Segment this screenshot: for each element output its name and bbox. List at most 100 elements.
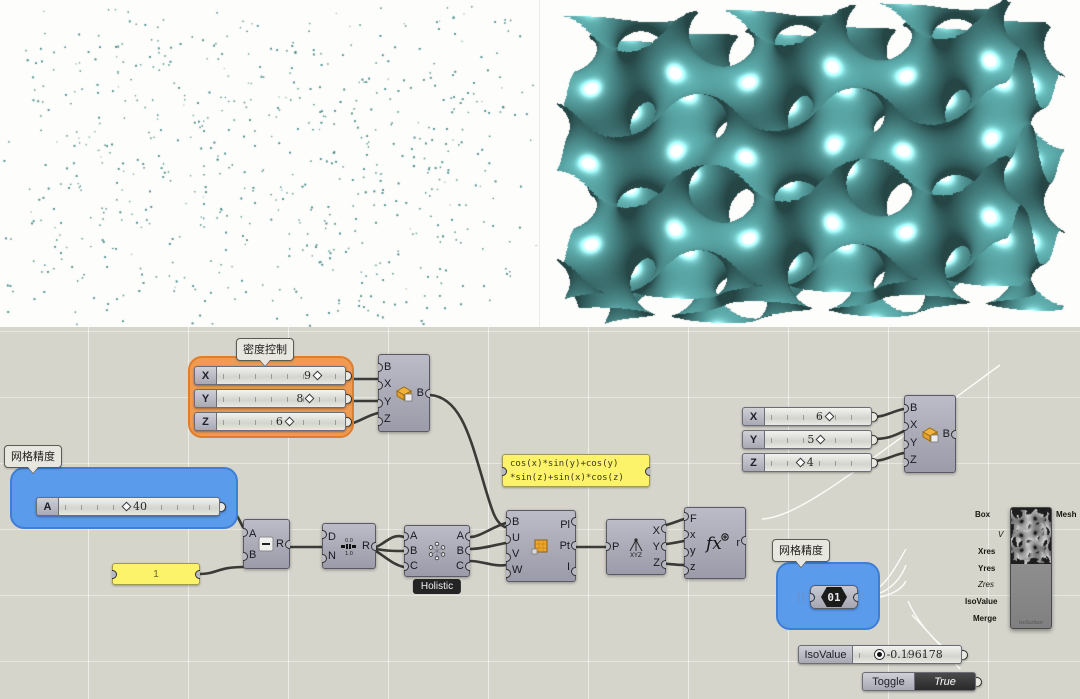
- input-port-c[interactable]: [404, 562, 409, 571]
- input-port-u[interactable]: [506, 535, 511, 544]
- svg-text:0.0: 0.0: [345, 538, 353, 544]
- port-label-y: Y: [910, 436, 918, 449]
- slider-density-y-track[interactable]: 8: [216, 389, 346, 408]
- port-label-out-pl: Pl: [560, 518, 570, 531]
- input-port-b[interactable]: [243, 552, 248, 561]
- point-cloud-viewport[interactable]: [0, 0, 540, 327]
- input-port-a[interactable]: [243, 528, 248, 537]
- node-box-domain[interactable]: B X Y Z B: [904, 395, 956, 473]
- slider-domain-y-track[interactable]: 5: [764, 430, 872, 449]
- input-port-a[interactable]: [404, 532, 409, 541]
- input-port-y[interactable]: [684, 548, 689, 557]
- node-precision-capsule[interactable]: (( 01: [797, 585, 858, 609]
- cross-reference-icon: [428, 541, 446, 561]
- slider-handle-icon[interactable]: [815, 434, 826, 445]
- input-port-b[interactable]: [904, 404, 909, 413]
- output-port-c[interactable]: [465, 562, 470, 571]
- input-port-z[interactable]: [378, 417, 383, 426]
- input-port-w[interactable]: [506, 569, 511, 578]
- slider-domain-z[interactable]: Z 4: [742, 453, 878, 472]
- slider-density-y[interactable]: Y 8: [194, 389, 352, 408]
- input-port-z[interactable]: [684, 566, 689, 575]
- slider-handle-icon[interactable]: [304, 393, 315, 404]
- slider-domain-y[interactable]: Y 5: [742, 430, 878, 449]
- output-port[interactable]: [195, 570, 200, 579]
- node-subtract[interactable]: A B R: [243, 519, 290, 569]
- port-label-b: B: [910, 401, 918, 414]
- input-port[interactable]: [502, 467, 507, 476]
- node-evaluate[interactable]: F x y z fx r: [684, 507, 746, 579]
- input-port-y[interactable]: [904, 440, 909, 449]
- output-port-b[interactable]: [465, 546, 470, 555]
- input-port-p[interactable]: [606, 542, 611, 551]
- node-range[interactable]: D N 0.0 1.0 R: [322, 523, 376, 569]
- output-port-y[interactable]: [661, 542, 666, 551]
- port-label-b: B: [384, 360, 392, 373]
- slider-density-z[interactable]: Z 6: [194, 412, 352, 431]
- node-holistic[interactable]: A B C A B C Holistic: [404, 525, 470, 594]
- slider-density-x-track[interactable]: 9: [216, 366, 346, 385]
- slider-density-x[interactable]: X 9: [194, 366, 352, 385]
- slider-density-z-label: Z: [194, 412, 216, 431]
- input-port-f[interactable]: [684, 512, 689, 521]
- slider-domain-z-track[interactable]: 4: [764, 453, 872, 472]
- gyroid-mesh-viewport[interactable]: [540, 0, 1080, 327]
- input-port-x[interactable]: [684, 530, 689, 539]
- output-port-r[interactable]: [285, 540, 290, 549]
- input-port-x[interactable]: [904, 422, 909, 431]
- slider-domain-z-label: Z: [742, 453, 764, 472]
- slider-handle-icon[interactable]: [795, 457, 806, 468]
- output-port-z[interactable]: [661, 560, 666, 569]
- output-port[interactable]: [645, 467, 650, 476]
- input-port-z[interactable]: [904, 458, 909, 467]
- toggle-value: True: [914, 672, 976, 691]
- node-isosurface[interactable]: IsoSurface: [1010, 507, 1052, 629]
- slider-mesh-precision[interactable]: A 40: [36, 497, 226, 516]
- output-port-r[interactable]: [741, 536, 746, 545]
- output-port-pt[interactable]: [571, 541, 576, 550]
- input-port-v[interactable]: [506, 553, 511, 562]
- slider-mesh-precision-track[interactable]: 40: [58, 497, 220, 516]
- slider-handle-icon[interactable]: [284, 416, 295, 427]
- input-port-b[interactable]: [506, 517, 511, 526]
- input-port-b[interactable]: [378, 363, 383, 372]
- slider-mesh-precision-label: A: [36, 497, 58, 516]
- input-port[interactable]: [112, 570, 117, 579]
- toggle-merge[interactable]: Toggle True: [862, 672, 982, 691]
- slider-handle-icon[interactable]: [874, 650, 884, 659]
- port-label-f: F: [690, 513, 697, 525]
- output-port-b[interactable]: [425, 389, 430, 398]
- node-populate-box[interactable]: B U V W Pl Pt I: [506, 510, 576, 582]
- port-label-out-c: C: [456, 559, 464, 572]
- port-label-y: Y: [384, 395, 392, 408]
- slider-isovalue-track[interactable]: -0.196178: [852, 645, 962, 664]
- output-port-x[interactable]: [661, 524, 666, 533]
- panel-expression[interactable]: cos(x)*sin(y)+cos(y) *sin(z)+sin(x)*cos(…: [502, 454, 650, 487]
- input-port-x[interactable]: [378, 381, 383, 390]
- slider-domain-x[interactable]: X 6: [742, 407, 878, 426]
- port-label-x: X: [384, 378, 392, 391]
- output-port-pl[interactable]: [571, 517, 576, 526]
- node-box-density[interactable]: B X Y Z B: [378, 354, 430, 432]
- slider-domain-x-track[interactable]: 6: [764, 407, 872, 426]
- node-deconstruct-point[interactable]: P XYZ X Y Z: [606, 519, 666, 575]
- svg-text:1.0: 1.0: [345, 551, 353, 557]
- slider-isovalue[interactable]: IsoValue -0.196178: [798, 645, 968, 664]
- node-canvas[interactable]: 密度控制 X 9 Y 8 Z 6 B X Y Z B 网格精度 A 40 1 A…: [0, 327, 1080, 699]
- output-port-r[interactable]: [371, 542, 376, 551]
- slider-density-z-track[interactable]: 6: [216, 412, 346, 431]
- input-port-d[interactable]: [322, 530, 327, 539]
- slider-density-y-value: 8: [296, 392, 304, 405]
- input-port-b[interactable]: [404, 546, 409, 555]
- input-port-n[interactable]: [322, 554, 327, 563]
- output-port-i[interactable]: [571, 567, 576, 576]
- isosurface-input-v: V: [998, 530, 1004, 539]
- input-port-y[interactable]: [378, 399, 383, 408]
- grasshopper-screenshot: 密度控制 X 9 Y 8 Z 6 B X Y Z B 网格精度 A 40 1 A…: [0, 0, 1080, 699]
- slider-handle-icon[interactable]: [824, 411, 835, 422]
- slider-handle-icon[interactable]: [121, 501, 132, 512]
- output-port-b[interactable]: [951, 430, 956, 439]
- panel-count[interactable]: 1: [112, 563, 200, 585]
- slider-handle-icon[interactable]: [312, 370, 323, 381]
- output-port-a[interactable]: [465, 532, 470, 541]
